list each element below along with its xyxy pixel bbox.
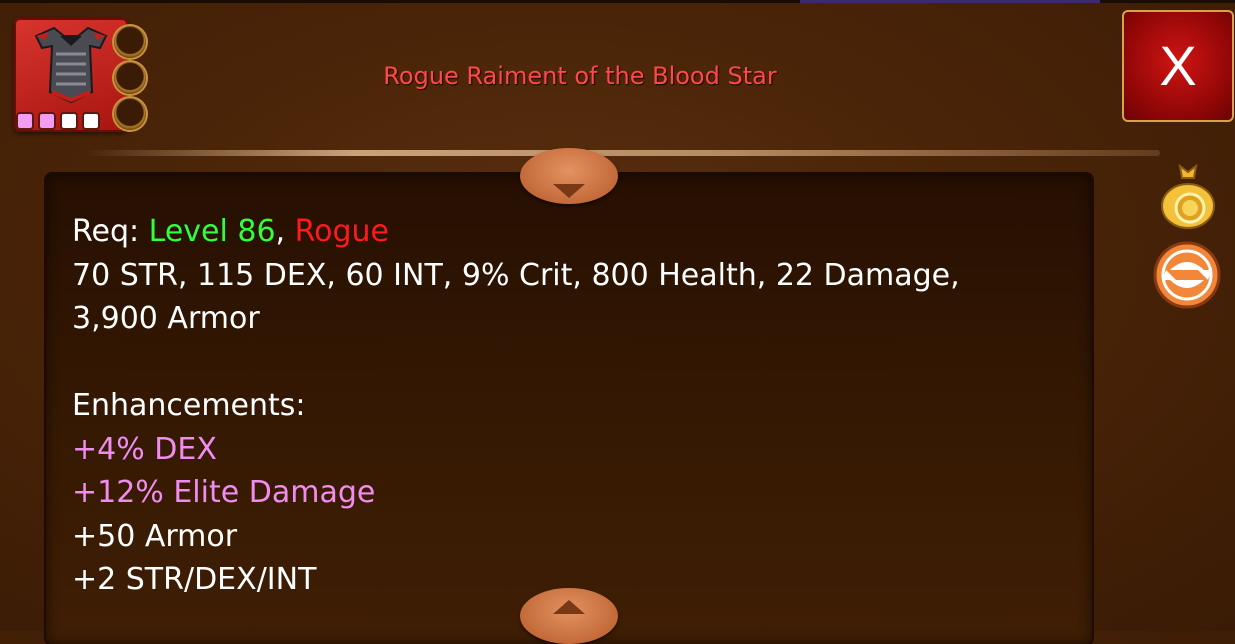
stats-line-2: 3,900 Armor <box>72 301 260 336</box>
arrow-up-icon <box>553 600 585 614</box>
title-divider <box>84 150 1160 156</box>
gem-slot <box>38 112 56 130</box>
req-label: Req: <box>72 214 149 249</box>
chest-armor-icon <box>34 26 108 104</box>
scroll-down-button[interactable] <box>520 588 618 644</box>
stats-line-1: 70 STR, 115 DEX, 60 INT, 9% Crit, 800 He… <box>72 257 960 293</box>
swap-icon[interactable] <box>1152 240 1222 310</box>
enhancements-header: Enhancements: <box>72 388 306 423</box>
socket-slot[interactable] <box>114 62 146 94</box>
gem-slots <box>16 112 100 130</box>
gem-slot <box>16 112 34 130</box>
req-class: Rogue <box>294 214 389 249</box>
enhancement-item: +12% Elite Damage <box>72 475 376 510</box>
enhancement-item: +50 Armor <box>72 518 238 554</box>
scroll-up-button[interactable] <box>520 148 618 204</box>
gem-slot <box>60 112 78 130</box>
gold-bag-icon[interactable] <box>1158 162 1218 230</box>
item-title: Rogue Raiment of the Blood Star <box>383 62 777 90</box>
socket-slot[interactable] <box>114 26 146 58</box>
requirements-line: Req: Level 86, Rogue <box>72 210 1062 254</box>
socket-slot[interactable] <box>114 98 146 130</box>
arrow-down-icon <box>553 184 585 198</box>
gem-slot <box>82 112 100 130</box>
item-icon[interactable] <box>14 18 128 132</box>
enhancement-item: +4% DEX <box>72 431 217 467</box>
req-separator: , <box>275 214 295 249</box>
item-stats-text: Req: Level 86, Rogue 70 STR, 115 DEX, 60… <box>72 210 1062 602</box>
req-level: Level 86 <box>148 214 276 249</box>
close-button[interactable]: X <box>1122 10 1234 122</box>
top-border <box>0 0 1235 3</box>
